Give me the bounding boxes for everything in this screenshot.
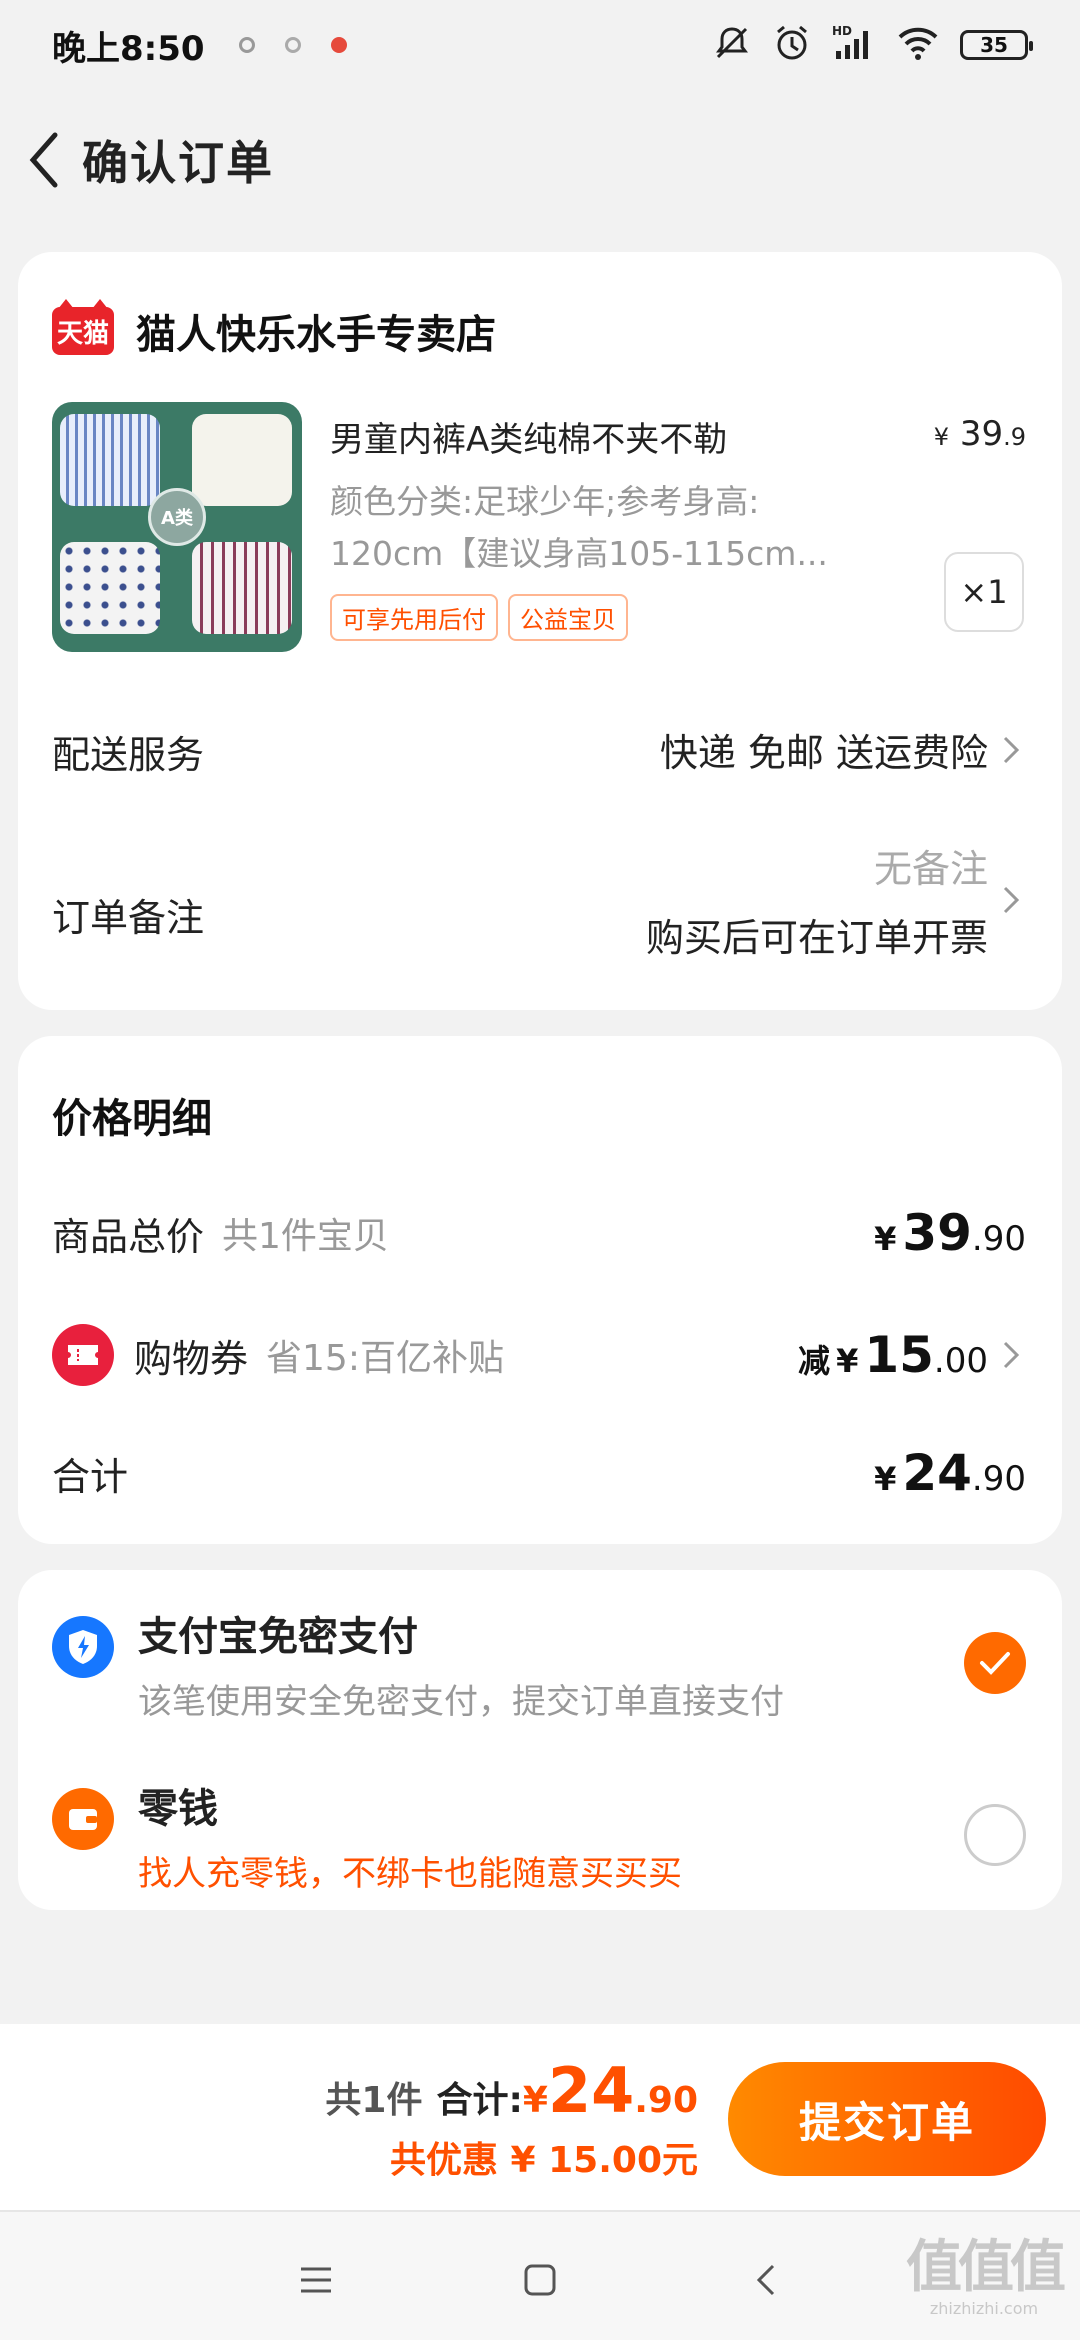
- store-header[interactable]: 天猫 猫人快乐水手专卖店: [52, 299, 496, 360]
- goods-total-label: 商品总价: [52, 1214, 205, 1259]
- alipay-shield-icon: [52, 1616, 114, 1678]
- payment-desc: 该笔使用安全免密支付，提交订单直接支付: [138, 1682, 784, 1722]
- app-notification-icon: [284, 37, 301, 53]
- watermark-logo: 值值值: [906, 2235, 1066, 2300]
- spec-line: 颜色分类:足球少年;参考身高:: [330, 482, 760, 521]
- coupon-desc: 省15:百亿补贴: [266, 1338, 504, 1379]
- unselected-radio[interactable]: [964, 1804, 1026, 1866]
- product-price: ¥ 39.9: [933, 414, 1026, 454]
- payment-option-change[interactable]: 零钱 找人充零钱，不绑卡也能随意买买买: [52, 1776, 1026, 1895]
- coupon-discount: 减 ¥15.00: [798, 1326, 988, 1384]
- goods-total-row: 商品总价 共1件宝贝 ¥39.90: [52, 1204, 1026, 1262]
- payment-name: 支付宝免密支付: [138, 1614, 418, 1660]
- total-label: 合计: [52, 1454, 129, 1499]
- header: 确认订单: [0, 110, 1080, 210]
- pay-later-tag: 可享先用后付: [330, 594, 498, 641]
- alarm-icon: [772, 23, 812, 67]
- order-item-card: 天猫 猫人快乐水手专卖店 A类 男童内裤A类纯棉不夹不勒 ¥ 39.9 颜色分类…: [18, 252, 1062, 1010]
- delivery-service-row[interactable]: 快递 免邮 送运费险: [660, 722, 1026, 777]
- product-spec[interactable]: 颜色分类:足球少年;参考身高: 120cm【建议身高105-115cm...: [330, 476, 910, 580]
- chevron-right-icon: [996, 730, 1026, 770]
- app-notification-icon: [238, 37, 255, 53]
- product-tags: 可享先用后付 公益宝贝: [330, 594, 628, 641]
- item-count: 共1件: [325, 2080, 423, 2121]
- note-placeholder: 无备注: [873, 847, 988, 891]
- spec-line: 120cm【建议身高105-115cm...: [330, 534, 828, 573]
- coupon-label: 购物券: [134, 1336, 249, 1381]
- selected-check-icon[interactable]: [964, 1632, 1026, 1694]
- delivery-value: 快递 免邮 送运费险: [659, 731, 988, 775]
- home-icon[interactable]: [510, 2250, 570, 2310]
- status-time: 晚上8:50: [52, 28, 205, 69]
- submit-order-button[interactable]: 提交订单: [728, 2062, 1046, 2176]
- total-amount: ¥24.90: [874, 1444, 1026, 1502]
- brief-illustration: [192, 542, 292, 634]
- tmall-logo: 天猫: [52, 299, 114, 355]
- product-title[interactable]: 男童内裤A类纯棉不夹不勒: [330, 412, 890, 461]
- payment-desc: 找人充零钱，不绑卡也能随意买买买: [138, 1854, 682, 1894]
- payment-method-card: 支付宝免密支付 该笔使用安全免密支付，提交订单直接支付 零钱 找人充零钱，不绑卡…: [18, 1570, 1062, 1910]
- back-icon[interactable]: [736, 2250, 796, 2310]
- store-name: 猫人快乐水手专卖店: [136, 312, 496, 358]
- product-image[interactable]: A类: [52, 402, 302, 652]
- mute-icon: [712, 23, 752, 67]
- brief-illustration: [60, 542, 160, 634]
- charity-tag: 公益宝贝: [508, 594, 628, 641]
- coupon-row[interactable]: 购物券 省15:百亿补贴 减 ¥15.00: [52, 1324, 1026, 1386]
- wifi-icon: [896, 23, 940, 67]
- checkout-totals: 共1件 合计: ¥24.90 共优惠 ¥ 15.00元: [325, 2054, 698, 2183]
- order-note-row[interactable]: 无备注 购买后可在订单开票: [646, 838, 1026, 962]
- saving-text: 共优惠 ¥ 15.00元: [390, 2140, 698, 2181]
- coupon-icon: [52, 1324, 114, 1386]
- menu-icon[interactable]: [286, 2250, 346, 2310]
- chevron-right-icon: [996, 1335, 1026, 1375]
- checkout-bar: 共1件 合计: ¥24.90 共优惠 ¥ 15.00元 提交订单: [0, 2024, 1080, 2210]
- brief-illustration: [60, 414, 160, 506]
- total-row: 合计 ¥24.90: [52, 1444, 1026, 1502]
- watermark: 值值值 zhizhizhi.com: [906, 2222, 1066, 2318]
- brief-illustration: [192, 414, 292, 506]
- notification-icons: [238, 37, 347, 53]
- signal-icon: HD: [832, 23, 876, 67]
- goods-total-amount: ¥39.90: [874, 1204, 1026, 1262]
- weibo-notification-icon: [330, 37, 347, 53]
- back-arrow-icon[interactable]: [14, 120, 74, 200]
- battery-indicator: 35: [960, 30, 1033, 60]
- order-note-label: 订单备注: [52, 896, 205, 940]
- price-detail-card: 价格明细 商品总价 共1件宝贝 ¥39.90 购物券 省15:百亿补贴 减 ¥15…: [18, 1036, 1062, 1544]
- quantity-button[interactable]: ×1: [944, 552, 1024, 632]
- invoice-hint: 购买后可在订单开票: [645, 916, 988, 960]
- total-amount: ¥24.90: [522, 2054, 698, 2127]
- status-bar: 晚上8:50 HD 35: [0, 0, 1080, 90]
- wallet-icon: [52, 1788, 114, 1850]
- chevron-right-icon: [996, 880, 1026, 920]
- total-label: 合计:: [436, 2080, 523, 2121]
- goods-count: 共1件宝贝: [222, 1216, 389, 1257]
- delivery-label: 配送服务: [52, 733, 205, 777]
- svg-text:HD: HD: [832, 24, 852, 38]
- payment-name: 零钱: [138, 1786, 218, 1832]
- price-detail-title: 价格明细: [52, 1096, 212, 1142]
- payment-option-alipay[interactable]: 支付宝免密支付 该笔使用安全免密支付，提交订单直接支付: [52, 1604, 1026, 1723]
- grade-badge: A类: [148, 488, 206, 546]
- page-title: 确认订单: [82, 136, 274, 190]
